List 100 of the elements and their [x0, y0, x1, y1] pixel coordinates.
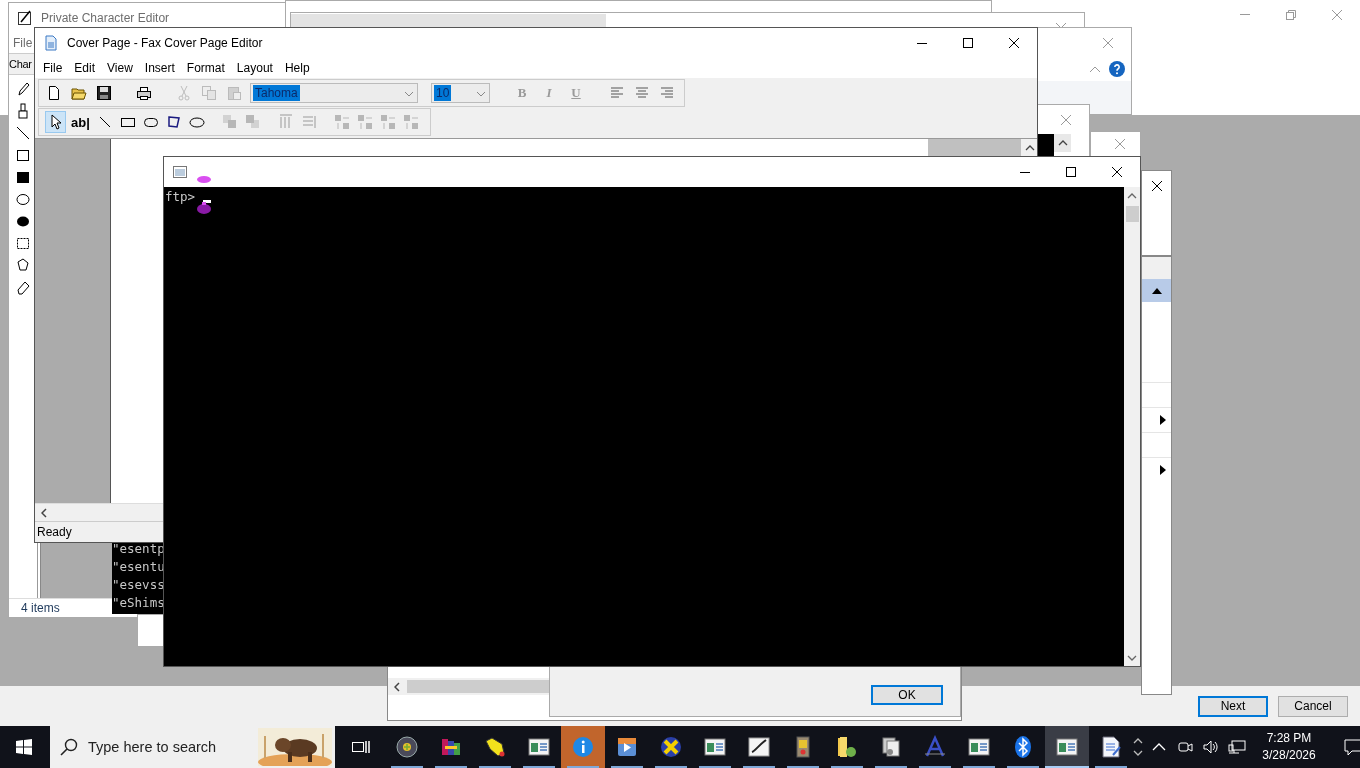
help-icon[interactable] [1109, 61, 1125, 77]
expand-arrow-icon [1159, 414, 1167, 426]
menu-item[interactable]: File [13, 33, 33, 53]
console-icon [172, 164, 188, 180]
arrow-up-icon [1127, 192, 1137, 199]
app-window-icon [967, 735, 991, 759]
filled-rectangle-icon [15, 169, 31, 185]
status-text: 4 items [21, 601, 60, 615]
arrow-up-icon [1057, 140, 1068, 146]
close-icon [1103, 37, 1113, 48]
clock-date[interactable]: 3/28/2026 [1262, 747, 1316, 764]
drawing-tool-button[interactable] [15, 81, 31, 97]
close-icon [1115, 139, 1125, 149]
polygon-icon [166, 114, 183, 130]
restore-icon [1286, 9, 1296, 20]
close-icon [1151, 180, 1162, 191]
align-right-icon [659, 85, 675, 101]
menu-item[interactable]: Layout [230, 58, 279, 78]
folder-icon [71, 85, 87, 101]
ellipse-icon [189, 114, 206, 130]
wizard-button[interactable]: Next [1198, 695, 1268, 717]
menu-item[interactable]: Format [180, 58, 231, 78]
maximize-icon [963, 38, 973, 48]
align-objects-icon [357, 114, 374, 130]
search-icon [60, 738, 78, 756]
ok-button[interactable]: OK [871, 685, 943, 705]
arrow-up-icon [1133, 738, 1143, 744]
console-line: "eShims [112, 594, 165, 612]
page-icon [46, 85, 62, 101]
sort-up-button[interactable] [1142, 279, 1171, 302]
camera-icon [1177, 739, 1193, 755]
scroll-up-button[interactable] [1133, 738, 1143, 744]
network-icon [1228, 739, 1246, 755]
minimize-icon [1240, 14, 1250, 15]
scroll-down-button[interactable] [1133, 750, 1143, 756]
menu-item[interactable]: Edit [68, 58, 102, 78]
clock-time[interactable]: 7:28 PM [1266, 730, 1312, 747]
maximize-icon [1066, 167, 1076, 177]
status-text: Ready [37, 525, 72, 539]
scrollbar-thumb[interactable] [407, 680, 552, 693]
play-icon [615, 735, 639, 759]
align-objects-icon [334, 114, 351, 130]
pen-icon [17, 10, 33, 26]
window-title: Cover Page - Fax Cover Page Editor [66, 36, 263, 50]
eraser-icon [15, 279, 31, 295]
text-tool-button[interactable]: ab| [68, 111, 93, 133]
drawing-tool-button[interactable] [15, 169, 31, 185]
columns-icon [278, 114, 295, 130]
brush-icon [15, 103, 31, 119]
chevron-up-icon [1152, 742, 1166, 752]
windows-icon [16, 739, 32, 755]
menu-item[interactable]: Insert [138, 58, 181, 78]
speech-bubble-icon [1343, 738, 1360, 756]
console-prompt: ftp> [165, 189, 196, 204]
drawing-tool-button[interactable] [15, 235, 31, 251]
line-icon [15, 125, 31, 141]
align-objects-icon [380, 114, 397, 130]
taskbar-app-button[interactable] [1045, 726, 1089, 768]
drawing-tool-button[interactable] [15, 279, 31, 295]
app-window-icon [1055, 735, 1079, 759]
window-title: Private Character Editor [40, 11, 170, 25]
drawing-tool-button[interactable] [15, 257, 31, 273]
wizard-button[interactable]: Cancel [1278, 695, 1348, 717]
drawing-tool-button[interactable] [15, 191, 31, 207]
menu-item[interactable]: Help [278, 58, 316, 78]
lasso-icon [15, 257, 31, 273]
document-icon [43, 35, 59, 51]
expand-arrow-icon [1159, 464, 1167, 476]
font-icon [923, 735, 947, 759]
console-line: "esevss [112, 576, 165, 594]
chevron-down-icon [404, 91, 414, 97]
folder-icon [835, 735, 859, 759]
drawing-tool-button[interactable] [15, 147, 31, 163]
drawing-tool-button[interactable] [15, 125, 31, 141]
close-icon [1112, 167, 1122, 177]
arrow-up-icon [1024, 144, 1035, 151]
blob-icon [197, 176, 211, 184]
pencil-icon [15, 81, 31, 97]
drawing-tool-button[interactable] [15, 103, 31, 119]
save-button[interactable] [95, 83, 113, 103]
menu-item[interactable]: File [37, 58, 69, 78]
floppy-icon [96, 85, 112, 101]
documents-icon [879, 735, 903, 759]
bring-front-icon [222, 114, 239, 130]
close-icon [1332, 9, 1342, 20]
toolbar-label: Char [9, 58, 32, 70]
console-line: "esentp [112, 540, 165, 558]
app-window-icon [527, 735, 551, 759]
ellipse-icon [15, 191, 31, 207]
notepad-icon [1099, 735, 1123, 759]
menu-item[interactable]: View [101, 58, 139, 78]
scroll-up-button[interactable] [1054, 134, 1071, 152]
scrollbar-thumb[interactable] [1125, 206, 1139, 222]
app-window-icon [703, 735, 727, 759]
rows-icon [301, 114, 318, 130]
blob-icon [197, 202, 211, 214]
arrow-left-icon [393, 681, 400, 692]
task-view-icon [351, 739, 371, 755]
scrollbar[interactable] [1124, 187, 1140, 666]
close-icon [1061, 114, 1071, 125]
